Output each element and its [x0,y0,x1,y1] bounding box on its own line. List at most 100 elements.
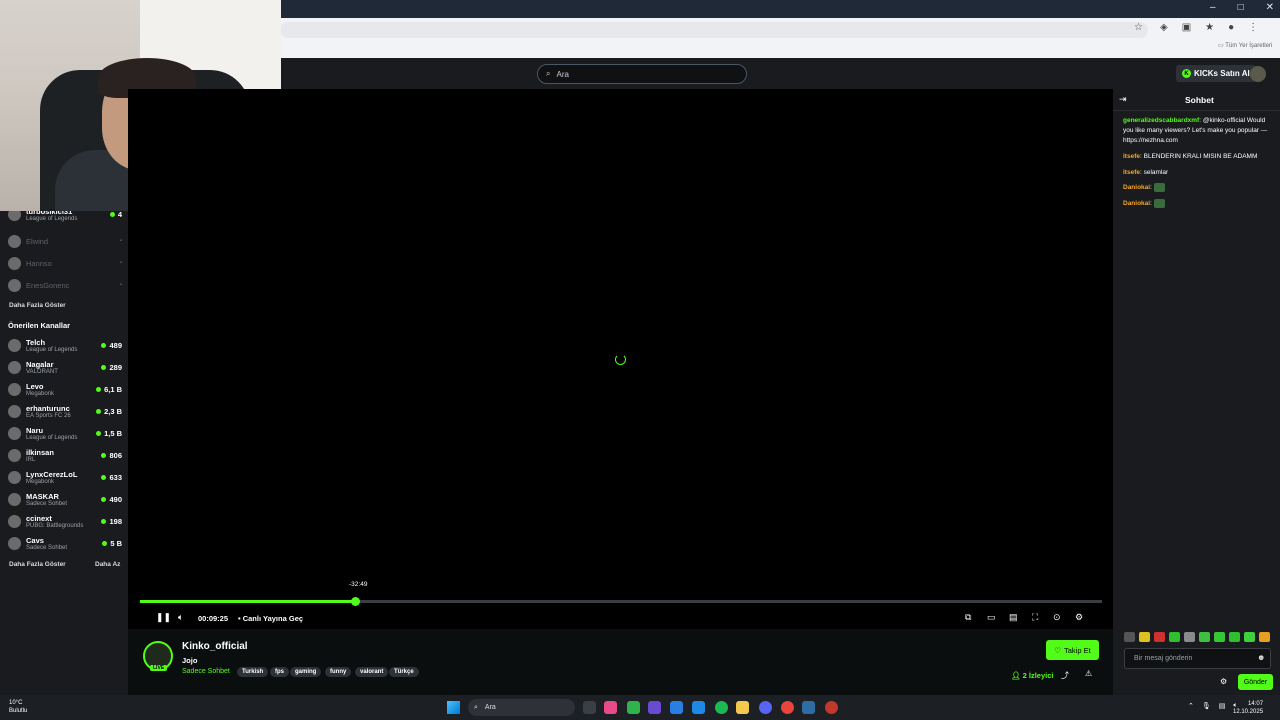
sidebar-channel-hannso[interactable]: Hannso ▪ [8,253,122,273]
task-view-icon[interactable] [583,701,596,714]
menu-icon[interactable]: ⋮ [1248,22,1258,33]
mic-icon[interactable]: 🎙︎ [1202,702,1211,710]
obs-icon[interactable] [825,701,838,714]
taskbar-search[interactable]: ⌕ Ara [468,699,575,716]
emote-icon[interactable] [1184,632,1195,642]
theater-icon[interactable]: ▭ [987,612,996,623]
sidebar-recommended-channel[interactable]: ccinext PUBG: Battlegrounds 198 [8,511,122,531]
all-bookmarks[interactable]: ▭ Tüm Yer İşaretleri [1218,42,1272,49]
sidebar-channel-enesgonenc[interactable]: EnesGonenc ▪ [8,275,122,295]
send-button[interactable]: Gönder [1238,674,1273,690]
store-icon[interactable] [670,701,683,714]
channel-name: ccinext [26,513,52,523]
chat-username[interactable]: Daniokai [1123,200,1150,207]
miniplayer-icon[interactable]: ⧉ [965,612,971,623]
copilot-icon[interactable] [604,701,617,714]
viewer-count-value: 198 [109,516,122,526]
sidebar-recommended-channel[interactable]: Naru League of Legends 1,5 B [8,423,122,443]
stream-tag[interactable]: fps [270,667,289,677]
puzzle-icon[interactable]: ▣ [1182,22,1191,33]
file-explorer-icon[interactable] [736,701,749,714]
fullscreen-icon[interactable]: ⛶ [1032,612,1038,623]
emote-icon[interactable] [1154,632,1165,642]
teams-icon[interactable] [648,701,661,714]
tray-chevron-icon[interactable]: ⌃ [1188,702,1194,710]
channel-name-title[interactable]: Kinko_official [182,641,248,652]
show-less-link[interactable]: Daha Az [95,561,120,568]
stream-tag[interactable]: Türkçe [389,667,419,677]
emoji-picker-icon[interactable]: ☻ [1257,653,1265,662]
buy-kicks-button[interactable]: K KICKs Satın Al [1176,65,1256,82]
xbox-icon[interactable] [627,701,640,714]
profile-icon[interactable]: ● [1228,22,1234,33]
sidebar-recommended-channel[interactable]: Levo Megabonk 6,1 B [8,379,122,399]
emote-icon[interactable] [1169,632,1180,642]
emote-icon[interactable] [1259,632,1270,642]
settings-gear-icon[interactable]: ⚙ [1075,612,1083,623]
volume-icon[interactable]: 🔈︎ [178,612,183,623]
quality-icon[interactable]: ⊙ [1053,612,1061,623]
pause-button[interactable]: ❚❚ [156,612,171,623]
report-warning-icon[interactable]: ⚠ [1085,669,1092,678]
sidebar-recommended-channel[interactable]: erhanturunc EA Sports FC 26 2,3 B [8,401,122,421]
show-more-following-link[interactable]: Daha Fazla Göster [9,302,66,309]
channel-avatar [8,360,21,374]
clock-date: 12.10.2025 [1233,709,1264,715]
spotify-icon[interactable] [715,701,728,714]
emote-icon[interactable] [1244,632,1255,642]
star-icon[interactable]: ★ [1205,22,1214,33]
chat-settings-gear-icon[interactable]: ⚙ [1220,677,1227,686]
photos-icon[interactable] [692,701,705,714]
channel-name: EnesGonenc [26,280,70,290]
close-button[interactable]: ✕ [1266,2,1274,13]
go-live-button[interactable]: • Canlı Yayına Geç [238,614,303,623]
sidebar-recommended-channel[interactable]: Telch League of Legends 489 [8,335,122,355]
live-dot-icon [96,408,102,414]
bookmark-star-icon[interactable]: ☆ [1134,22,1143,33]
chrome-icon[interactable] [781,701,794,714]
viewers-text: 2 İzleyici [1022,671,1054,680]
stream-tag[interactable]: valorant [355,667,389,677]
sidebar-channel-elwind[interactable]: Elwind ▪ [8,231,122,251]
weather-widget[interactable]: 10°C Bulutlu [9,699,27,715]
offline-icon: ▪ [119,260,122,266]
chat-username[interactable]: itsefe [1123,169,1140,176]
system-clock[interactable]: 14:07 12.10.2025 [1233,700,1263,716]
stream-category-link[interactable]: Sadece Sohbet [182,668,230,675]
minimize-button[interactable]: – [1210,2,1216,13]
steam-icon[interactable] [802,701,815,714]
collapse-chat-icon[interactable]: ⇥ [1119,94,1127,105]
emote-icon[interactable] [1139,632,1150,642]
emote-icon[interactable] [1214,632,1225,642]
progress-handle[interactable] [351,597,360,606]
chat-username[interactable]: itsefe [1123,153,1140,160]
sidebar-recommended-channel[interactable]: ilkinsan IRL 806 [8,445,122,465]
emote-icon[interactable] [1124,632,1135,642]
chat-input[interactable]: Bir mesaj gönderin [1124,648,1271,669]
live-dot-icon [101,518,107,524]
sidebar-recommended-channel[interactable]: MASKAR Sadece Sohbet 490 [8,489,122,509]
address-bar[interactable] [280,22,1148,38]
network-icon[interactable]: ▤ [1219,702,1226,710]
chat-username[interactable]: Daniokai [1123,184,1150,191]
chat-username[interactable]: generalizedscabbardxmf [1123,117,1199,124]
maximize-button[interactable]: □ [1238,2,1244,13]
stream-tag[interactable]: Turkish [237,667,269,677]
channel-name: ilkinsan [26,447,54,457]
clip-icon[interactable]: ▤ [1009,612,1018,623]
follow-button[interactable]: ♡ Takip Et [1046,640,1099,660]
sidebar-recommended-channel[interactable]: LynxCerezLoL Megabonk 633 [8,467,122,487]
share-icon[interactable]: ⤴ [1061,670,1069,681]
emote-icon[interactable] [1229,632,1240,642]
emote-icon[interactable] [1199,632,1210,642]
user-avatar[interactable] [1250,66,1266,82]
stream-tag[interactable]: gaming [290,667,322,677]
sidebar-recommended-channel[interactable]: Nagalar VALORANT 289 [8,357,122,377]
extension-icon[interactable]: ◈ [1160,22,1168,33]
search-input[interactable]: ⌕ Ara [537,64,747,84]
show-more-link[interactable]: Daha Fazla Göster [9,561,66,568]
stream-tag[interactable]: funny [325,667,352,677]
sidebar-recommended-channel[interactable]: Cavs Sadece Sohbet 5 B [8,533,122,553]
windows-start-icon[interactable] [447,701,460,714]
discord-icon[interactable] [759,701,772,714]
